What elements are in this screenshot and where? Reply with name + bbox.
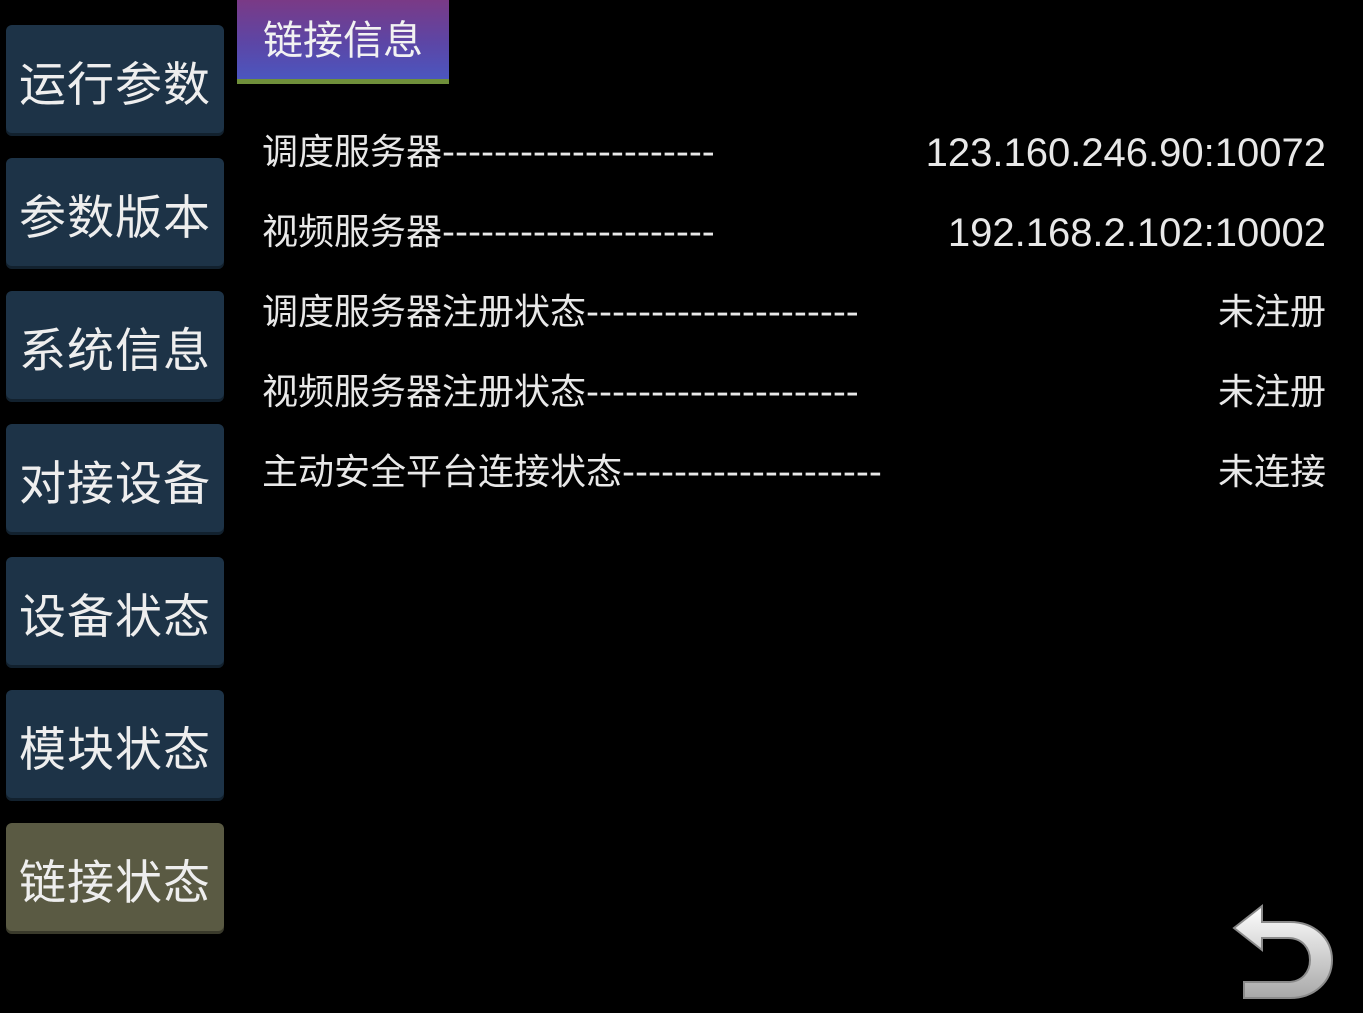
sidebar-item-label: 设备状态	[19, 590, 211, 645]
sidebar-item-label: 模块状态	[19, 723, 211, 778]
info-row-safety-platform-status: 主动安全平台连接状态-------------------- 未连接	[262, 448, 1326, 498]
row-label: 调度服务器---------------------	[262, 132, 715, 173]
info-row-video-register-status: 视频服务器注册状态--------------------- 未注册	[262, 368, 1326, 418]
row-value: 123.160.246.90:10072	[925, 131, 1326, 175]
row-label: 主动安全平台连接状态--------------------	[262, 452, 882, 493]
row-value: 未注册	[1217, 372, 1326, 413]
back-arrow-icon	[1232, 903, 1334, 999]
sidebar-item-module-status[interactable]: 模块状态	[6, 690, 224, 801]
sidebar-item-param-version[interactable]: 参数版本	[6, 158, 224, 269]
row-value: 192.168.2.102:10002	[947, 211, 1326, 255]
row-label: 调度服务器注册状态---------------------	[262, 292, 859, 333]
sidebar-item-link-status[interactable]: 链接状态	[6, 823, 224, 934]
sidebar-item-label: 系统信息	[19, 324, 211, 379]
tab-title: 链接信息	[263, 17, 423, 64]
sidebar-item-device-status[interactable]: 设备状态	[6, 557, 224, 668]
sidebar-item-system-info[interactable]: 系统信息	[6, 291, 224, 402]
sidebar-item-docking-device[interactable]: 对接设备	[6, 424, 224, 535]
back-button[interactable]	[1228, 898, 1338, 1002]
sidebar-item-label: 运行参数	[19, 58, 211, 113]
sidebar-item-label: 链接状态	[19, 856, 211, 911]
info-row-dispatch-server: 调度服务器--------------------- 123.160.246.9…	[262, 128, 1326, 178]
info-row-dispatch-register-status: 调度服务器注册状态--------------------- 未注册	[262, 288, 1326, 338]
row-value: 未连接	[1217, 452, 1326, 493]
row-value: 未注册	[1217, 292, 1326, 333]
tab-link-info[interactable]: 链接信息	[237, 0, 449, 84]
sidebar-item-label: 对接设备	[19, 457, 211, 512]
row-label: 视频服务器---------------------	[262, 212, 715, 253]
sidebar-item-running-params[interactable]: 运行参数	[6, 25, 224, 136]
row-label: 视频服务器注册状态---------------------	[262, 372, 859, 413]
info-row-video-server: 视频服务器--------------------- 192.168.2.102…	[262, 208, 1326, 258]
sidebar-item-label: 参数版本	[19, 191, 211, 246]
